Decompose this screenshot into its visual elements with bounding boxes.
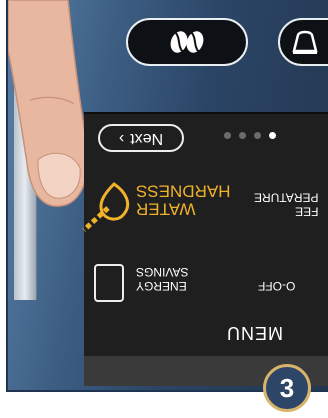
water-hardness-label[interactable]: WATER HARDNESS bbox=[136, 182, 230, 219]
menu-title: MENU bbox=[226, 323, 283, 343]
cup-icon bbox=[292, 30, 318, 54]
page-dot-active bbox=[269, 132, 276, 139]
chevron-right-icon: › bbox=[118, 130, 125, 147]
temperature-label[interactable]: FEE PERATURE bbox=[254, 190, 318, 219]
page-dot bbox=[254, 132, 261, 139]
cup-button[interactable] bbox=[278, 18, 328, 66]
auto-off-label[interactable]: O-OFF bbox=[258, 279, 295, 293]
energy-savings-label[interactable]: ENERGY SAVINGS bbox=[136, 264, 188, 292]
next-button[interactable]: Next › bbox=[98, 124, 184, 152]
coffee-strength-button[interactable] bbox=[126, 18, 248, 66]
water-drop-icon bbox=[82, 182, 130, 232]
page-dot bbox=[239, 132, 246, 139]
page-dot bbox=[224, 132, 231, 139]
next-button-label: Next bbox=[130, 130, 164, 147]
step-badge: 3 bbox=[263, 364, 311, 412]
energy-savings-checkbox[interactable] bbox=[94, 264, 124, 302]
coffee-beans-icon bbox=[170, 31, 204, 53]
display-screen bbox=[84, 112, 328, 382]
step-number: 3 bbox=[279, 372, 295, 403]
page-indicator bbox=[224, 132, 276, 139]
